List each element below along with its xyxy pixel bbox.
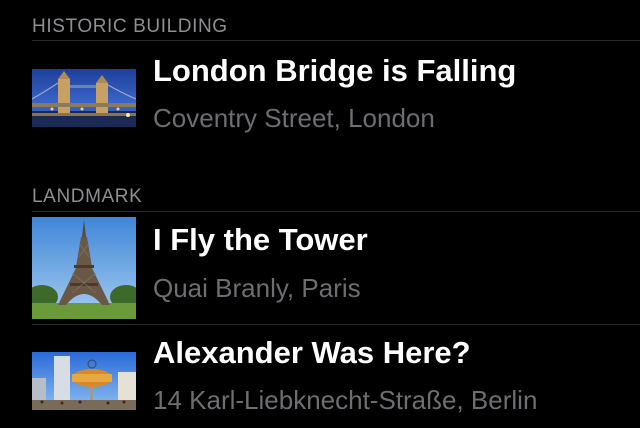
item-title: London Bridge is Falling [153, 53, 517, 88]
world-clock-thumbnail [32, 352, 136, 410]
eiffel-tower-photo-icon [32, 217, 136, 319]
list-item-eiffel-tower[interactable]: I Fly the Tower Quai Branly, Paris [0, 212, 640, 324]
list-item-alexanderplatz[interactable]: Alexander Was Here? 14 Karl-Liebknecht-S… [0, 325, 640, 428]
places-list-screen: HISTORIC BUILDING London Bridge is Falli… [0, 0, 640, 428]
item-subtitle: 14 Karl-Liebknecht-Straße, Berlin [153, 385, 538, 415]
section-header-historic-building: HISTORIC BUILDING [32, 16, 228, 37]
world-clock-alexanderplatz-photo-icon [32, 352, 136, 410]
section-header-landmark: LANDMARK [32, 186, 143, 207]
tower-bridge-thumbnail [32, 69, 136, 127]
eiffel-tower-thumbnail [32, 217, 136, 319]
item-subtitle: Coventry Street, London [153, 103, 435, 133]
item-title: Alexander Was Here? [153, 335, 471, 370]
item-subtitle: Quai Branly, Paris [153, 273, 361, 303]
item-title: I Fly the Tower [153, 222, 368, 257]
tower-bridge-photo-icon [32, 69, 136, 127]
list-item-london-bridge[interactable]: London Bridge is Falling Coventry Street… [0, 41, 640, 153]
